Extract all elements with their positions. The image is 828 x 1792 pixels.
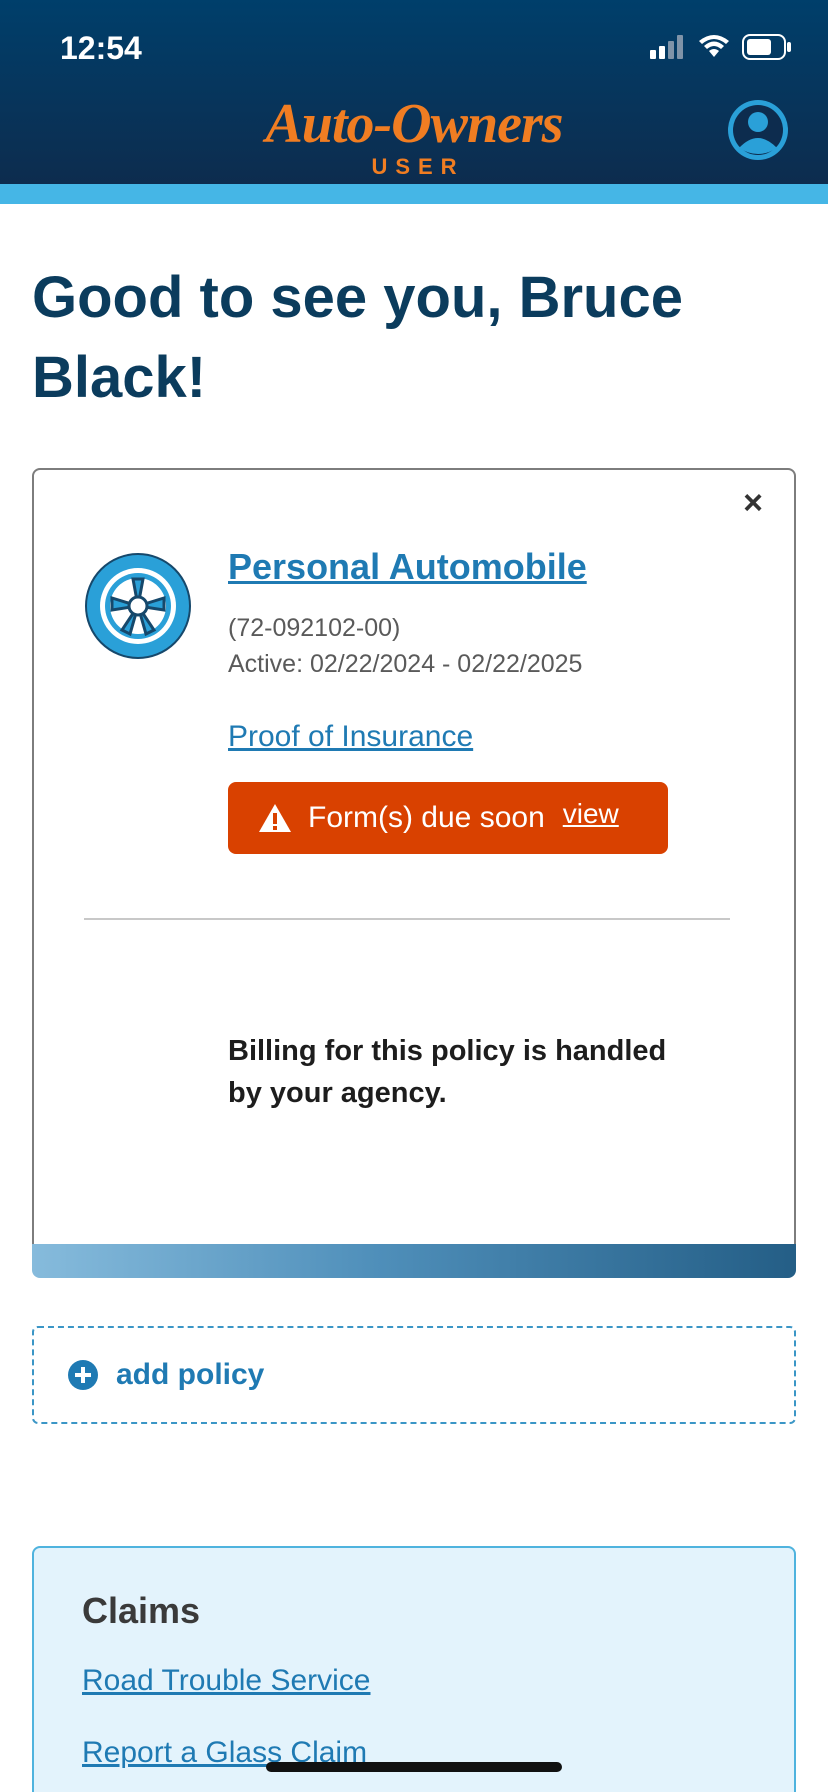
plus-circle-icon bbox=[68, 1360, 98, 1390]
brand-sub: USER bbox=[371, 154, 465, 179]
billing-note: Billing for this policy is handled by yo… bbox=[228, 1035, 667, 1109]
status-icons bbox=[650, 34, 792, 60]
wifi-icon bbox=[699, 35, 729, 57]
policy-card: × Personal Automobile (72-092102-00) Act… bbox=[32, 468, 796, 1246]
brand-logo: Auto-Owners USER bbox=[0, 96, 828, 180]
road-trouble-service-link[interactable]: Road Trouble Service bbox=[82, 1664, 371, 1698]
app-header: 12:54 Auto-Owners USER bbox=[0, 0, 828, 184]
battery-icon bbox=[742, 34, 791, 60]
add-policy-label: add policy bbox=[116, 1358, 265, 1391]
alert-text: Form(s) due soon bbox=[308, 801, 545, 834]
brand-name: Auto-Owners bbox=[265, 93, 563, 155]
claims-title: Claims bbox=[82, 1590, 201, 1631]
status-time: 12:54 bbox=[60, 30, 142, 66]
home-indicator bbox=[266, 1762, 562, 1772]
add-policy-button[interactable]: add policy bbox=[32, 1326, 796, 1424]
card-footer-bar bbox=[32, 1244, 796, 1278]
wheel-icon bbox=[85, 553, 191, 659]
proof-of-insurance-link[interactable]: Proof of Insurance bbox=[228, 720, 473, 754]
claims-panel: Claims Road Trouble Service Report a Gla… bbox=[32, 1546, 796, 1792]
policy-number: (72-092102-00) bbox=[228, 614, 401, 642]
card-divider bbox=[84, 918, 730, 920]
policy-title-link[interactable]: Personal Automobile bbox=[228, 546, 587, 588]
forms-due-alert[interactable]: Form(s) due soon view bbox=[228, 782, 668, 854]
policy-active-dates: Active: 02/22/2024 - 02/22/2025 bbox=[228, 650, 583, 678]
profile-icon[interactable] bbox=[726, 98, 790, 162]
header-stripe bbox=[0, 184, 828, 204]
app-screen: 12:54 Auto-Owners USER Good to see you, … bbox=[0, 0, 828, 1792]
greeting-heading: Good to see you, Bruce Black! bbox=[32, 265, 683, 410]
warning-icon bbox=[259, 804, 291, 832]
close-icon[interactable]: × bbox=[736, 486, 770, 520]
alert-view-link[interactable]: view bbox=[563, 798, 619, 830]
signal-icon bbox=[650, 35, 683, 59]
